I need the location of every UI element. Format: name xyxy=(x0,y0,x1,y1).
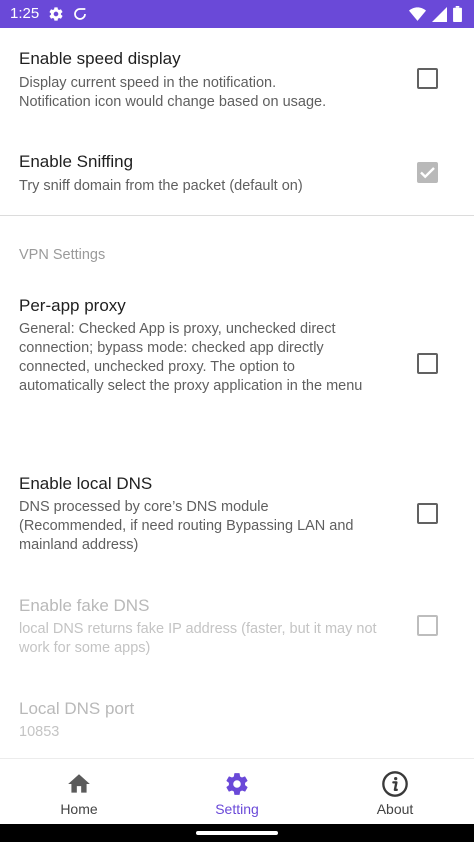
pref-local-dns-port[interactable]: Local DNS port 10853 xyxy=(0,698,474,758)
fake-dns-checkbox[interactable] xyxy=(417,615,438,636)
pref-title: Enable speed display xyxy=(19,49,181,68)
pref-summary: General: Checked App is proxy, unchecked… xyxy=(19,321,363,394)
wifi-icon xyxy=(409,6,426,27)
vpn-sigma-icon xyxy=(72,6,88,27)
section-divider xyxy=(0,215,474,216)
pref-summary: local DNS returns fake IP address (faste… xyxy=(19,621,377,656)
pref-fake-dns[interactable]: Enable fake DNS local DNS returns fake I… xyxy=(0,595,474,688)
nav-item-home[interactable]: Home xyxy=(19,759,139,825)
pref-title: Per-app proxy xyxy=(19,296,126,315)
pref-local-dns[interactable]: Enable local DNS DNS processed by core’s… xyxy=(0,473,474,581)
gesture-handle[interactable] xyxy=(196,831,278,835)
nav-item-setting[interactable]: Setting xyxy=(177,759,297,825)
status-time: 1:25 xyxy=(10,5,40,22)
pref-summary: Try sniff domain from the packet (defaul… xyxy=(19,178,303,194)
settings-icon xyxy=(48,6,64,27)
info-icon xyxy=(381,770,409,798)
bottom-navigation: Home Setting About xyxy=(0,758,474,824)
pref-summary: Display current speed in the notificatio… xyxy=(19,75,327,110)
gear-icon xyxy=(224,770,250,798)
pref-summary: 10853 xyxy=(19,724,60,740)
nav-label: About xyxy=(376,801,414,817)
system-gesture-bar xyxy=(0,824,474,842)
status-bar: 1:25 xyxy=(0,0,474,28)
nav-item-about[interactable]: About xyxy=(335,759,455,825)
pref-sniffing[interactable]: Enable Sniffing Try sniff domain from th… xyxy=(0,136,474,215)
local-dns-checkbox[interactable] xyxy=(417,503,438,524)
sniffing-checkbox[interactable] xyxy=(417,162,438,183)
battery-icon xyxy=(453,6,462,27)
pref-title: Enable fake DNS xyxy=(19,596,150,615)
pref-speed-display[interactable]: Enable speed display Display current spe… xyxy=(0,28,474,136)
settings-list[interactable]: Enable speed display Display current spe… xyxy=(0,28,474,758)
pref-title: Enable local DNS xyxy=(19,474,153,493)
nav-label: Home xyxy=(60,801,98,817)
speed-display-checkbox[interactable] xyxy=(417,68,438,89)
per-app-proxy-checkbox[interactable] xyxy=(417,353,438,374)
signal-icon xyxy=(432,6,447,27)
section-header-vpn: VPN Settings xyxy=(19,247,106,263)
pref-summary: DNS processed by core’s DNS module (Reco… xyxy=(19,499,354,553)
pref-per-app-proxy[interactable]: Per-app proxy General: Checked App is pr… xyxy=(0,283,474,473)
pref-title: Enable Sniffing xyxy=(19,152,134,171)
nav-label: Setting xyxy=(215,801,259,817)
check-icon xyxy=(420,167,435,179)
home-icon xyxy=(66,770,92,798)
pref-title: Local DNS port xyxy=(19,699,135,718)
